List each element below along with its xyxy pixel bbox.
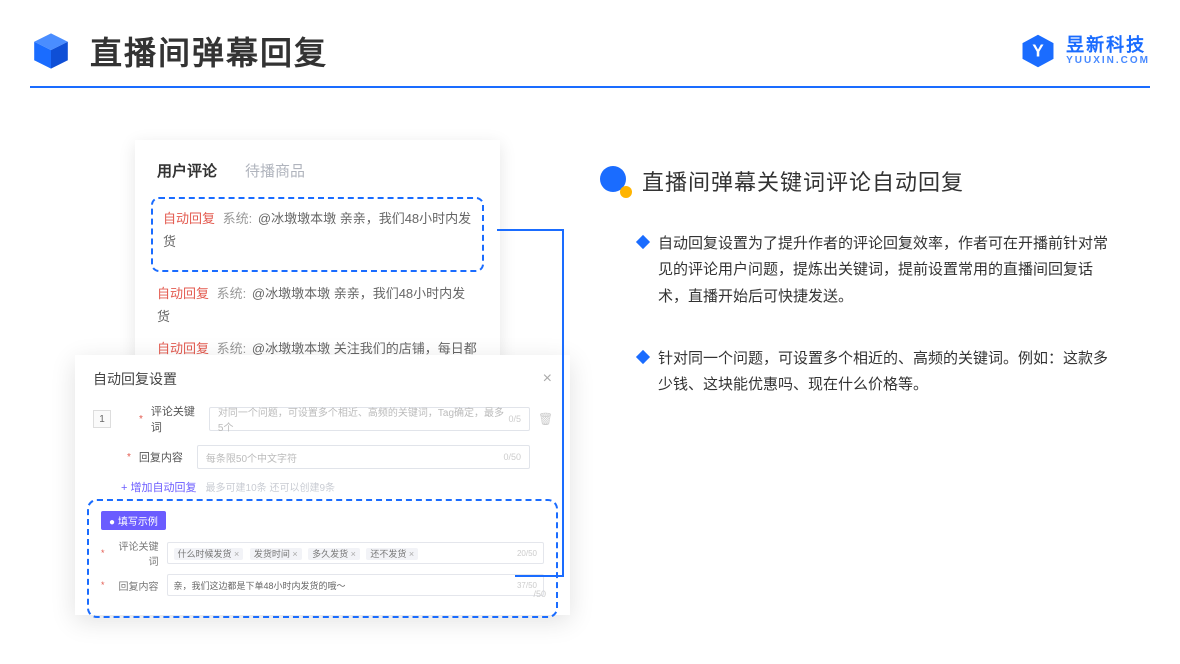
trash-icon[interactable]: 🗑	[538, 412, 552, 426]
rule-index: 1	[93, 410, 111, 428]
comments-card: 用户评论 待播商品 自动回复 系统: @冰墩墩本墩 亲亲，我们48小时内发货 自…	[135, 140, 500, 370]
page-title: 直播间弹幕回复	[90, 28, 328, 74]
keyword-input[interactable]: 对同一个问题，可设置多个相近、高频的关键词，Tag确定，最多5个 0/5	[209, 407, 530, 431]
brand-name-cn: 昱新科技	[1066, 36, 1150, 54]
svg-text:Y: Y	[1032, 40, 1044, 60]
required-dot: *	[139, 414, 143, 425]
ex-content-label: 回复内容	[113, 578, 159, 593]
bullet-text: 针对同一个问题，可设置多个相近的、高频的关键词。例如：这款多少钱、这块能优惠吗、…	[658, 346, 1118, 399]
content-input[interactable]: 每条限50个中文字符 0/50	[197, 445, 530, 469]
brand-name-en: YUUXIN.COM	[1066, 56, 1150, 66]
close-icon[interactable]: ×	[543, 370, 552, 388]
header-divider	[30, 86, 1150, 88]
ex-tag[interactable]: 多久发货	[308, 548, 360, 560]
ex-keyword-label: 评论关键词	[113, 538, 159, 568]
diamond-bullet-icon	[636, 235, 650, 249]
ex-tag[interactable]: 还不发货	[366, 548, 418, 560]
required-dot: *	[127, 452, 131, 463]
settings-title: 自动回复设置	[93, 369, 177, 389]
bubble-icon	[600, 166, 630, 196]
add-auto-reply-link[interactable]: + 增加自动回复 最多可建10条 还可以创建9条	[121, 479, 552, 495]
brand-hex-icon: Y	[1020, 33, 1056, 69]
example-box: ● 填写示例 * 评论关键词 什么时候发货 发货时间 多久发货 还不发货 20/…	[87, 499, 558, 618]
tab-pending-goods[interactable]: 待播商品	[245, 160, 305, 181]
keyword-label: 评论关键词	[151, 403, 201, 435]
section-title: 直播间弹幕关键词评论自动回复	[642, 165, 964, 197]
stray-count: /50	[533, 589, 546, 599]
brand-logo-area: Y 昱新科技 YUUXIN.COM	[1020, 33, 1150, 69]
auto-reply-line-highlight: 自动回复 系统: @冰墩墩本墩 亲亲，我们48小时内发货	[163, 207, 472, 254]
tab-user-comments[interactable]: 用户评论	[157, 160, 217, 181]
ex-tag[interactable]: 什么时候发货	[174, 548, 244, 560]
diamond-bullet-icon	[636, 350, 650, 364]
auto-reply-line: 自动回复 系统: @冰墩墩本墩 亲亲，我们48小时内发货	[157, 282, 478, 329]
add-hint: 最多可建10条 还可以创建9条	[206, 483, 335, 494]
ex-keyword-input[interactable]: 什么时候发货 发货时间 多久发货 还不发货 20/50	[167, 542, 544, 564]
content-label: 回复内容	[139, 449, 189, 465]
settings-card: 自动回复设置 × 1 * 评论关键词 对同一个问题，可设置多个相近、高频的关键词…	[75, 355, 570, 615]
bullet-text: 自动回复设置为了提升作者的评论回复效率，作者可在开播前针对常见的评论用户问题，提…	[658, 231, 1118, 310]
highlighted-comment-box: 自动回复 系统: @冰墩墩本墩 亲亲，我们48小时内发货	[151, 197, 484, 272]
ex-tag[interactable]: 发货时间	[250, 548, 302, 560]
cube-icon	[30, 30, 72, 72]
example-pill: ● 填写示例	[101, 511, 166, 530]
ex-content-input[interactable]: 亲，我们这边都是下单48小时内发货的哦～ 37/50	[167, 574, 544, 596]
